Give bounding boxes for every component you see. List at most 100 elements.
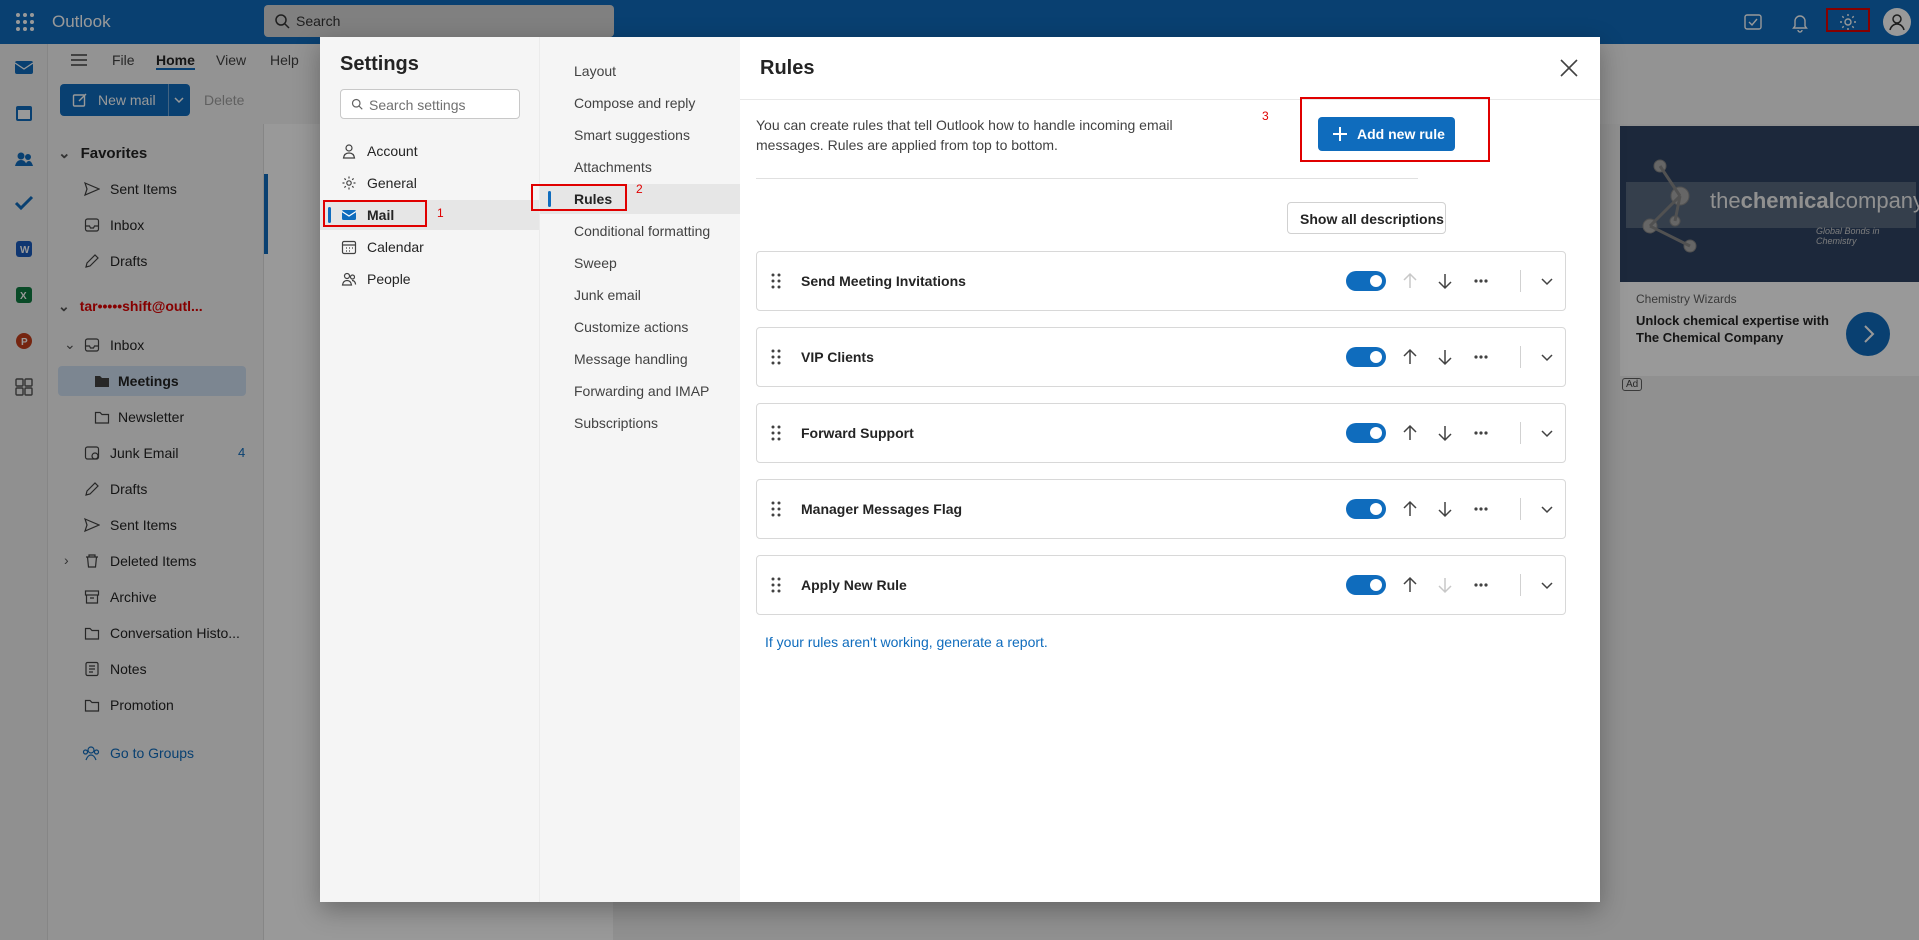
- section-forwarding-and-imap[interactable]: Forwarding and IMAP: [540, 376, 741, 406]
- people-icon: [341, 271, 357, 287]
- category-people[interactable]: People: [320, 264, 539, 294]
- row-divider: [1520, 270, 1521, 292]
- section-label: Sweep: [574, 255, 617, 271]
- more-options-icon[interactable]: [1471, 499, 1491, 519]
- section-message-handling[interactable]: Message handling: [540, 344, 741, 374]
- section-compose-and-reply[interactable]: Compose and reply: [540, 88, 741, 118]
- settings-title: Settings: [340, 53, 419, 75]
- section-label: Customize actions: [574, 319, 689, 335]
- more-options-icon[interactable]: [1471, 347, 1491, 367]
- rule-enabled-toggle[interactable]: [1346, 575, 1386, 595]
- section-label: Attachments: [574, 159, 652, 175]
- section-subscriptions[interactable]: Subscriptions: [540, 408, 741, 438]
- category-account[interactable]: Account: [320, 136, 539, 166]
- show-all-descriptions-button[interactable]: Show all descriptions: [1287, 202, 1446, 234]
- highlight-add-new-rule: [1300, 97, 1490, 162]
- section-smart-suggestions[interactable]: Smart suggestions: [540, 120, 741, 150]
- show-all-descriptions-label: Show all descriptions: [1300, 211, 1444, 227]
- drag-handle-icon[interactable]: [771, 577, 781, 593]
- chevron-down-icon[interactable]: [1537, 347, 1557, 367]
- highlight-rules-section: [531, 184, 627, 211]
- category-label: Account: [367, 143, 418, 159]
- move-down-icon[interactable]: [1435, 423, 1455, 443]
- rule-enabled-toggle[interactable]: [1346, 271, 1386, 291]
- rule-name: Forward Support: [801, 425, 914, 441]
- generate-report-link[interactable]: If your rules aren't working, generate a…: [765, 634, 1048, 650]
- rules-panel: Rules You can create rules that tell Out…: [740, 37, 1600, 902]
- category-calendar[interactable]: Calendar: [320, 232, 539, 262]
- section-label: Subscriptions: [574, 415, 659, 431]
- settings-dialog: Settings Account General Mail Calendar P…: [320, 37, 1600, 902]
- row-divider: [1520, 498, 1521, 520]
- rule-row[interactable]: Manager Messages Flag: [756, 479, 1566, 539]
- row-divider: [1520, 422, 1521, 444]
- rule-enabled-toggle[interactable]: [1346, 347, 1386, 367]
- chevron-down-icon[interactable]: [1537, 423, 1557, 443]
- settings-categories-pane: Settings Account General Mail Calendar P…: [320, 37, 539, 902]
- settings-search-box[interactable]: [340, 89, 520, 119]
- mail-sections-pane: Layout Compose and reply Smart suggestio…: [531, 37, 741, 902]
- category-general[interactable]: General: [320, 168, 539, 198]
- row-divider: [1520, 574, 1521, 596]
- rule-row[interactable]: Forward Support: [756, 403, 1566, 463]
- category-label: Calendar: [367, 239, 424, 255]
- move-down-icon[interactable]: [1435, 271, 1455, 291]
- rule-enabled-toggle[interactable]: [1346, 499, 1386, 519]
- section-customize-actions[interactable]: Customize actions: [540, 312, 741, 342]
- rule-name: Send Meeting Invitations: [801, 273, 966, 289]
- person-icon: [341, 143, 357, 159]
- section-label: Layout: [574, 63, 617, 79]
- move-down-icon[interactable]: [1435, 575, 1455, 595]
- rule-name: VIP Clients: [801, 349, 874, 365]
- settings-search-input[interactable]: [369, 95, 514, 115]
- category-label: General: [367, 175, 417, 191]
- annotation-3: 3: [1262, 109, 1269, 123]
- more-options-icon[interactable]: [1471, 423, 1491, 443]
- category-label: People: [367, 271, 411, 287]
- move-down-icon[interactable]: [1435, 499, 1455, 519]
- highlight-mail-category: [323, 200, 427, 227]
- move-up-icon[interactable]: [1400, 499, 1420, 519]
- annotation-1: 1: [437, 206, 444, 220]
- section-conditional-formatting[interactable]: Conditional formatting: [540, 216, 741, 246]
- move-down-icon[interactable]: [1435, 347, 1455, 367]
- chevron-down-icon[interactable]: [1537, 575, 1557, 595]
- rules-title: Rules: [760, 57, 815, 79]
- rule-enabled-toggle[interactable]: [1346, 423, 1386, 443]
- rule-row[interactable]: Send Meeting Invitations: [756, 251, 1566, 311]
- section-label: Forwarding and IMAP: [574, 383, 710, 399]
- drag-handle-icon[interactable]: [771, 425, 781, 441]
- move-up-icon[interactable]: [1400, 423, 1420, 443]
- chevron-down-icon[interactable]: [1537, 499, 1557, 519]
- section-layout[interactable]: Layout: [540, 56, 741, 86]
- more-options-icon[interactable]: [1471, 575, 1491, 595]
- gear-icon: [341, 175, 357, 191]
- move-up-icon[interactable]: [1400, 575, 1420, 595]
- section-divider: [756, 178, 1418, 179]
- section-label: Junk email: [574, 287, 641, 303]
- rule-name: Apply New Rule: [801, 577, 907, 593]
- section-attachments[interactable]: Attachments: [540, 152, 741, 182]
- rule-row[interactable]: VIP Clients: [756, 327, 1566, 387]
- drag-handle-icon[interactable]: [771, 349, 781, 365]
- section-sweep[interactable]: Sweep: [540, 248, 741, 278]
- annotation-2: 2: [636, 182, 643, 196]
- section-label: Compose and reply: [574, 95, 696, 111]
- drag-handle-icon[interactable]: [771, 501, 781, 517]
- chevron-down-icon[interactable]: [1537, 271, 1557, 291]
- rule-name: Manager Messages Flag: [801, 501, 963, 517]
- drag-handle-icon[interactable]: [771, 273, 781, 289]
- close-icon[interactable]: [1558, 57, 1580, 79]
- section-label: Conditional formatting: [574, 223, 711, 239]
- section-label: Smart suggestions: [574, 127, 690, 143]
- rule-row[interactable]: Apply New Rule: [756, 555, 1566, 615]
- calendar-icon: [341, 239, 357, 255]
- rules-description: You can create rules that tell Outlook h…: [756, 117, 1173, 153]
- section-label: Message handling: [574, 351, 688, 367]
- search-icon: [351, 98, 363, 110]
- section-junk-email[interactable]: Junk email: [540, 280, 741, 310]
- move-up-icon[interactable]: [1400, 271, 1420, 291]
- row-divider: [1520, 346, 1521, 368]
- more-options-icon[interactable]: [1471, 271, 1491, 291]
- move-up-icon[interactable]: [1400, 347, 1420, 367]
